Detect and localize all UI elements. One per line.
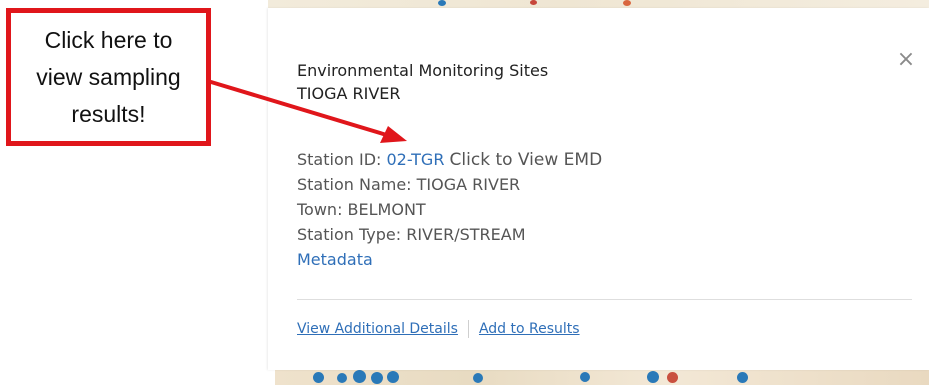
- map-site-marker: [737, 372, 748, 383]
- view-additional-details-link[interactable]: View Additional Details: [297, 319, 458, 339]
- popup-title: Environmental Monitoring Sites: [297, 61, 549, 80]
- annotation-callout: Click here to view sampling results!: [6, 8, 211, 146]
- map-site-marker: [371, 372, 383, 384]
- station-id-label: Station ID:: [297, 150, 387, 169]
- station-type: Station Type: RIVER/STREAM: [297, 225, 526, 244]
- map-site-marker: [313, 372, 324, 383]
- map-site-marker: [337, 373, 347, 383]
- annotation-text: Click here to view sampling results!: [36, 26, 181, 127]
- add-to-results-link[interactable]: Add to Results: [479, 319, 580, 339]
- action-separator: [467, 320, 469, 338]
- map-site-marker: [438, 0, 446, 6]
- close-icon[interactable]: ×: [895, 49, 917, 71]
- popup-divider: [297, 299, 912, 300]
- map-site-marker: [623, 0, 631, 6]
- map-site-marker: [530, 0, 537, 5]
- map-site-marker: [667, 372, 678, 383]
- view-emd-link[interactable]: Click to View EMD: [450, 150, 603, 170]
- station-id-row: Station ID: 02-TGR Click to View EMD: [297, 147, 602, 172]
- map-site-marker: [387, 371, 399, 383]
- metadata-link[interactable]: Metadata: [297, 247, 602, 272]
- popup-subtitle: TIOGA RIVER: [297, 84, 401, 103]
- map-background-bottom: [275, 370, 929, 385]
- station-id-link[interactable]: 02-TGR: [386, 150, 444, 169]
- map-site-marker: [580, 372, 590, 382]
- station-town: Town: BELMONT: [297, 200, 426, 219]
- map-background-top: [268, 0, 929, 8]
- map-site-marker: [473, 373, 483, 383]
- popup-actions: View Additional Details Add to Results: [297, 319, 580, 339]
- site-info-popup: Environmental Monitoring Sites TIOGA RIV…: [268, 8, 929, 370]
- map-site-marker: [647, 371, 659, 383]
- station-name: Station Name: TIOGA RIVER: [297, 175, 521, 194]
- station-details: Station ID: 02-TGR Click to View EMD Sta…: [297, 147, 602, 272]
- map-site-marker: [353, 370, 366, 383]
